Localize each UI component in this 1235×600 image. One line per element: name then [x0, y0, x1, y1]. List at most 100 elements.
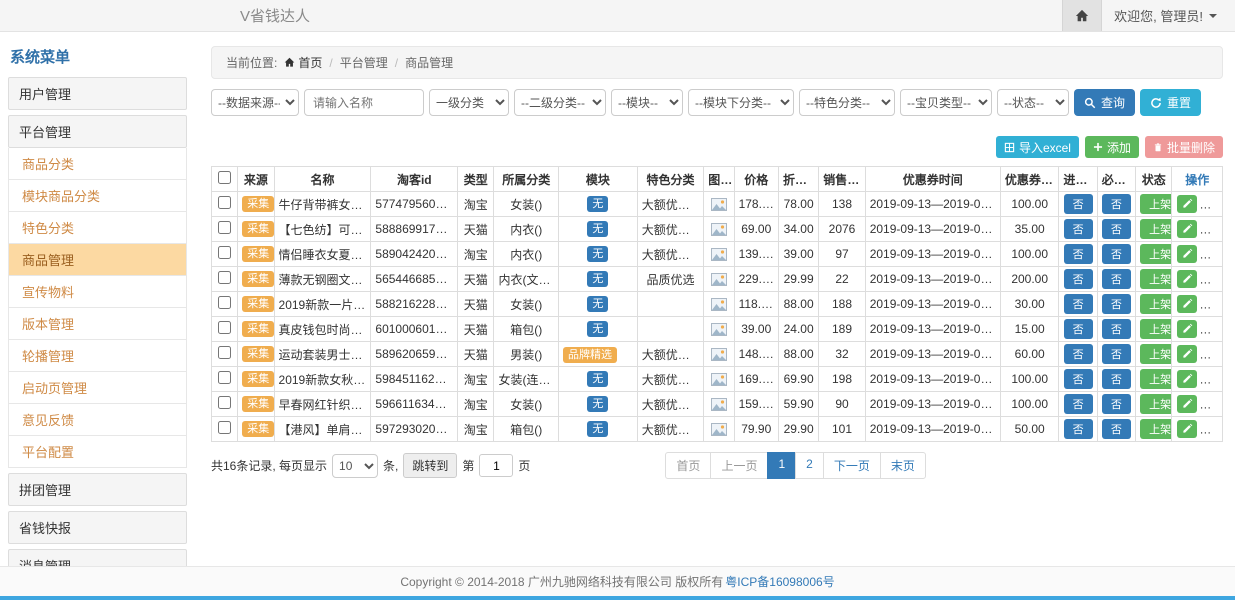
- edit-button[interactable]: [1177, 270, 1197, 288]
- sidebar-subitem-特色分类[interactable]: 特色分类: [8, 212, 187, 244]
- import-toggle-button[interactable]: 否: [1064, 394, 1093, 414]
- edit-button[interactable]: [1177, 370, 1197, 388]
- sidebar-subitem-模块商品分类[interactable]: 模块商品分类: [8, 180, 187, 212]
- jump-button[interactable]: 跳转到: [403, 453, 457, 478]
- row-checkbox[interactable]: [218, 371, 231, 384]
- mustbuy-toggle-button[interactable]: 否: [1102, 319, 1131, 339]
- filter-select-模块[interactable]: --模块--: [611, 89, 683, 116]
- source-badge: 采集: [242, 296, 274, 312]
- sidebar-subitem-版本管理[interactable]: 版本管理: [8, 308, 187, 340]
- row-checkbox[interactable]: [218, 321, 231, 334]
- row-checkbox[interactable]: [218, 396, 231, 409]
- home-button[interactable]: [1062, 0, 1102, 31]
- sidebar-subitem-轮播管理[interactable]: 轮播管理: [8, 340, 187, 372]
- import-toggle-button[interactable]: 否: [1064, 294, 1093, 314]
- mustbuy-toggle-button[interactable]: 否: [1102, 419, 1131, 439]
- import-toggle-button[interactable]: 否: [1064, 344, 1093, 364]
- mustbuy-toggle-button[interactable]: 否: [1102, 269, 1131, 289]
- status-button[interactable]: 上架: [1140, 269, 1172, 289]
- source-badge: 采集: [242, 396, 274, 412]
- breadcrumb-link-商品管理[interactable]: 商品管理: [405, 54, 453, 71]
- import-toggle-button[interactable]: 否: [1064, 369, 1093, 389]
- status-button[interactable]: 上架: [1140, 244, 1172, 264]
- mustbuy-toggle-button[interactable]: 否: [1102, 344, 1131, 364]
- reset-button[interactable]: 重置: [1140, 89, 1201, 116]
- sidebar-submenu: 商品分类模块商品分类特色分类商品管理宣传物料版本管理轮播管理启动页管理意见反馈平…: [8, 148, 187, 468]
- edit-button[interactable]: [1177, 195, 1197, 213]
- sidebar-subitem-商品管理[interactable]: 商品管理: [8, 244, 187, 276]
- row-checkbox[interactable]: [218, 296, 231, 309]
- row-checkbox[interactable]: [218, 246, 231, 259]
- jump-page-input[interactable]: [479, 454, 513, 477]
- filter-select-状态[interactable]: --状态--: [997, 89, 1069, 116]
- data-source-select[interactable]: --数据来源--: [211, 89, 299, 116]
- home-icon: [1075, 9, 1089, 23]
- add-button[interactable]: 添加: [1085, 136, 1139, 158]
- filter-select-特色分类[interactable]: --特色分类--: [799, 89, 895, 116]
- import-excel-button[interactable]: 导入excel: [996, 136, 1079, 158]
- mustbuy-toggle-button[interactable]: 否: [1102, 194, 1131, 214]
- edit-button[interactable]: [1177, 395, 1197, 413]
- page-button-2[interactable]: 2: [795, 452, 824, 479]
- status-button[interactable]: 上架: [1140, 319, 1172, 339]
- edit-button[interactable]: [1177, 220, 1197, 238]
- name-search-input[interactable]: [304, 89, 424, 116]
- sidebar-subitem-启动页管理[interactable]: 启动页管理: [8, 372, 187, 404]
- batch-delete-button[interactable]: 批量删除: [1145, 136, 1223, 158]
- page-button-末页[interactable]: 末页: [880, 452, 926, 479]
- breadcrumb-link-平台管理[interactable]: 平台管理: [340, 54, 388, 71]
- breadcrumb-link-首页[interactable]: 首页: [284, 54, 322, 71]
- page-button-1[interactable]: 1: [767, 452, 796, 479]
- icon-cell: [704, 317, 734, 342]
- import-toggle-button[interactable]: 否: [1064, 219, 1093, 239]
- search-button[interactable]: 查询: [1074, 89, 1135, 116]
- row-checkbox[interactable]: [218, 346, 231, 359]
- mustbuy-toggle-button[interactable]: 否: [1102, 369, 1131, 389]
- filter-select-一级分类[interactable]: 一级分类: [429, 89, 509, 116]
- sidebar-item-平台管理[interactable]: 平台管理: [8, 115, 187, 148]
- row-checkbox[interactable]: [218, 421, 231, 434]
- status-button[interactable]: 上架: [1140, 394, 1172, 414]
- import-toggle-button[interactable]: 否: [1064, 319, 1093, 339]
- edit-button[interactable]: [1177, 245, 1197, 263]
- import-toggle-button[interactable]: 否: [1064, 194, 1093, 214]
- status-button[interactable]: 上架: [1140, 369, 1172, 389]
- row-checkbox[interactable]: [218, 196, 231, 209]
- edit-button[interactable]: [1177, 320, 1197, 338]
- per-page-select[interactable]: 10: [332, 454, 378, 478]
- filter-select-模块下分类[interactable]: --模块下分类--: [688, 89, 794, 116]
- import-toggle-button[interactable]: 否: [1064, 269, 1093, 289]
- mustbuy-toggle-button[interactable]: 否: [1102, 294, 1131, 314]
- select-all-checkbox[interactable]: [218, 171, 231, 184]
- status-button[interactable]: 上架: [1140, 294, 1172, 314]
- sidebar-subitem-平台配置[interactable]: 平台配置: [8, 436, 187, 468]
- page-button-下一页[interactable]: 下一页: [823, 452, 881, 479]
- sidebar-item-省钱快报[interactable]: 省钱快报: [8, 511, 187, 544]
- status-button[interactable]: 上架: [1140, 419, 1172, 439]
- status-button[interactable]: 上架: [1140, 194, 1172, 214]
- row-checkbox[interactable]: [218, 271, 231, 284]
- sales-count: 189: [819, 317, 865, 342]
- status-button[interactable]: 上架: [1140, 344, 1172, 364]
- edit-button[interactable]: [1177, 420, 1197, 438]
- import-toggle-button[interactable]: 否: [1064, 419, 1093, 439]
- sidebar-item-用户管理[interactable]: 用户管理: [8, 77, 187, 110]
- sidebar-subitem-意见反馈[interactable]: 意见反馈: [8, 404, 187, 436]
- user-menu[interactable]: 欢迎您, 管理员!: [1102, 0, 1235, 31]
- edit-button[interactable]: [1177, 345, 1197, 363]
- icp-link[interactable]: 粤ICP备16098006号: [725, 573, 834, 590]
- mustbuy-toggle-button[interactable]: 否: [1102, 394, 1131, 414]
- filter-select-二级分类[interactable]: --二级分类--: [514, 89, 606, 116]
- row-select-cell: [212, 392, 238, 417]
- edit-button[interactable]: [1177, 295, 1197, 313]
- mustbuy-toggle-button[interactable]: 否: [1102, 219, 1131, 239]
- import-toggle-button[interactable]: 否: [1064, 244, 1093, 264]
- sidebar-subitem-商品分类[interactable]: 商品分类: [8, 148, 187, 180]
- mustbuy-toggle-button[interactable]: 否: [1102, 244, 1131, 264]
- sidebar-subitem-宣传物料[interactable]: 宣传物料: [8, 276, 187, 308]
- row-select-cell: [212, 217, 238, 242]
- row-checkbox[interactable]: [218, 221, 231, 234]
- status-button[interactable]: 上架: [1140, 219, 1172, 239]
- filter-select-宝贝类型[interactable]: --宝贝类型--: [900, 89, 992, 116]
- sidebar-item-拼团管理[interactable]: 拼团管理: [8, 473, 187, 506]
